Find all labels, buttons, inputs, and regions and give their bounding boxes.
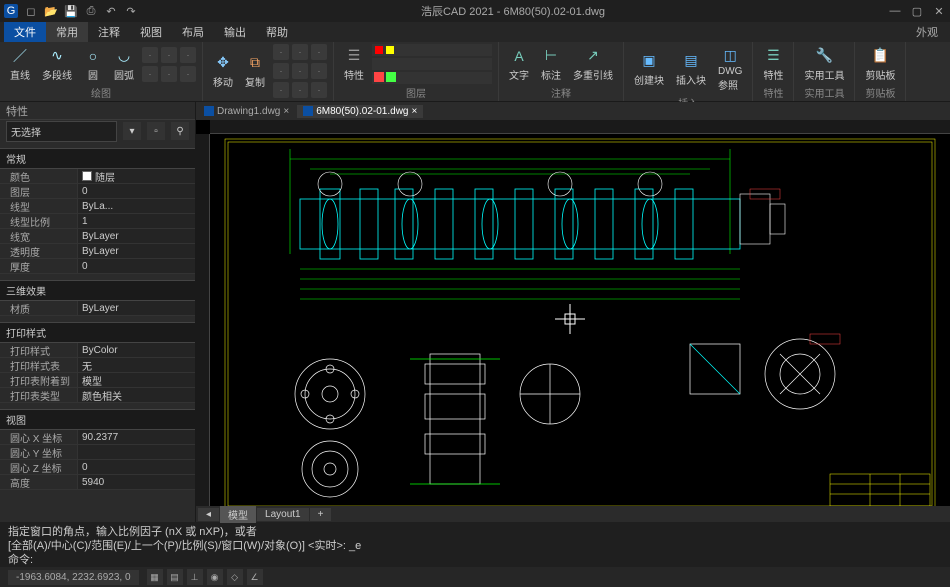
ortho-icon[interactable]: ⊥: [187, 569, 203, 585]
prop-row[interactable]: 打印样式表无: [0, 358, 195, 373]
appearance-label[interactable]: 外观: [916, 24, 946, 40]
ribbon-clipboard: 📋剪贴板 剪贴板: [855, 42, 906, 101]
menu-layout[interactable]: 布局: [172, 22, 214, 42]
section-view: 视图: [0, 409, 195, 430]
selection-dropdown[interactable]: 无选择: [6, 121, 117, 142]
prop-row[interactable]: 线型比例1: [0, 214, 195, 229]
circle-button[interactable]: ○圆: [80, 45, 106, 84]
dim-button[interactable]: ⊢标注: [537, 45, 565, 84]
ribbon-utils: 🔧实用工具 实用工具: [794, 42, 855, 101]
ribbon-properties: ☰特性 图层: [334, 42, 499, 101]
ribbon-modify: ✥移动 ⧉复制 ········· 修改: [203, 42, 334, 101]
prop-row[interactable]: 打印表附着到模型: [0, 373, 195, 388]
makeblock-button[interactable]: ▣创建块: [630, 50, 668, 89]
grid-icon[interactable]: ▤: [167, 569, 183, 585]
ribbon-insert: ▣创建块 ▤插入块 ◫DWG 参照 插入: [624, 42, 753, 101]
move-button[interactable]: ✥移动: [209, 52, 237, 91]
coordinates-display: -1963.6084, 2232.6923, 0: [8, 570, 139, 585]
minimize-icon[interactable]: —: [888, 5, 902, 18]
otrack-icon[interactable]: ∠: [247, 569, 263, 585]
prop-row[interactable]: 打印样式ByColor: [0, 343, 195, 358]
copy-button[interactable]: ⧉复制: [241, 52, 269, 91]
menu-help[interactable]: 帮助: [256, 22, 298, 42]
drawing-canvas[interactable]: [196, 120, 950, 506]
prop-row[interactable]: 高度5940: [0, 475, 195, 490]
open-icon[interactable]: 📂: [44, 4, 58, 18]
clipboard-button[interactable]: 📋剪贴板: [861, 45, 899, 84]
utils-button[interactable]: 🔧实用工具: [800, 45, 848, 84]
leader-button[interactable]: ↗多重引线: [569, 45, 617, 84]
menu-common[interactable]: 常用: [46, 22, 88, 42]
insertblock-button[interactable]: ▤插入块: [672, 50, 710, 89]
properties-panel: 特性 无选择 ▾ ▫ ⚲ 常规 颜色随层图层0线型ByLa...线型比例1线宽B…: [0, 102, 196, 522]
window-title: 浩辰CAD 2021 - 6M80(50).02-01.dwg: [138, 3, 888, 19]
undo-icon[interactable]: ↶: [104, 4, 118, 18]
snap-icon[interactable]: ▦: [147, 569, 163, 585]
prop-row[interactable]: 打印表类型颜色相关: [0, 388, 195, 403]
ruler-vertical: [196, 134, 210, 506]
tab-nav-icon[interactable]: ◂: [198, 508, 219, 521]
osnap-icon[interactable]: ◇: [227, 569, 243, 585]
ribbon-draw: ／直线 ∿多段线 ○圆 ◡圆弧 ······ 绘图: [0, 42, 203, 101]
save-icon[interactable]: 💾: [64, 4, 78, 18]
tab-add-icon[interactable]: +: [310, 508, 332, 521]
arc-button[interactable]: ◡圆弧: [110, 45, 138, 84]
layout-tab-model[interactable]: 模型: [220, 506, 256, 523]
menu-view[interactable]: 视图: [130, 22, 172, 42]
prop-row[interactable]: 透明度ByLayer: [0, 244, 195, 259]
command-line[interactable]: 指定窗口的角点，输入比例因子 (nX 或 nXP)，或者 [全部(A)/中心(C…: [0, 522, 950, 567]
prop-row[interactable]: 颜色随层: [0, 169, 195, 184]
prop-row[interactable]: 线型ByLa...: [0, 199, 195, 214]
prop-row[interactable]: 线宽ByLayer: [0, 229, 195, 244]
dwg-icon: [303, 106, 313, 116]
prop-row[interactable]: 圆心 Y 坐标: [0, 445, 195, 460]
file-menu[interactable]: 文件: [4, 22, 46, 42]
ribbon-annotation: A文字 ⊢标注 ↗多重引线 注释: [499, 42, 624, 101]
maximize-icon[interactable]: ▢: [910, 5, 924, 18]
section-general: 常规: [0, 148, 195, 169]
section-print: 打印样式: [0, 322, 195, 343]
layout-tabs: ◂ 模型 Layout1 +: [196, 506, 950, 522]
props-button[interactable]: ☰特性: [340, 45, 368, 84]
cad-drawing: [210, 134, 950, 506]
prop-row[interactable]: 厚度0: [0, 259, 195, 274]
polyline-button[interactable]: ∿多段线: [38, 45, 76, 84]
close-tab-icon[interactable]: ×: [283, 106, 289, 117]
select-icon[interactable]: ▫: [147, 122, 165, 140]
props-header: 特性: [0, 102, 195, 120]
dwg-icon: [204, 106, 214, 116]
props2-button[interactable]: ☰特性: [759, 45, 787, 84]
new-icon[interactable]: ◻: [24, 4, 38, 18]
prop-row[interactable]: 材质ByLayer: [0, 301, 195, 316]
close-icon[interactable]: ✕: [932, 5, 946, 18]
prop-row[interactable]: 圆心 Z 坐标0: [0, 460, 195, 475]
prop-row[interactable]: 图层0: [0, 184, 195, 199]
menu-annotate[interactable]: 注释: [88, 22, 130, 42]
polar-icon[interactable]: ◉: [207, 569, 223, 585]
text-button[interactable]: A文字: [505, 45, 533, 84]
quickselect-icon[interactable]: ⚲: [171, 122, 189, 140]
prop-row[interactable]: 圆心 X 坐标90.2377: [0, 430, 195, 445]
ribbon-props2: ☰特性 特性: [753, 42, 794, 101]
pickadd-icon[interactable]: ▾: [123, 122, 141, 140]
menu-output[interactable]: 输出: [214, 22, 256, 42]
redo-icon[interactable]: ↷: [124, 4, 138, 18]
section-effect: 三维效果: [0, 280, 195, 301]
close-tab-icon[interactable]: ×: [412, 106, 418, 117]
layout-tab-1[interactable]: Layout1: [257, 508, 309, 521]
doc-tab-2[interactable]: 6M80(50).02-01.dwg×: [297, 105, 423, 118]
dwgref-button[interactable]: ◫DWG 参照: [714, 44, 746, 94]
doc-tab-1[interactable]: Drawing1.dwg×: [198, 105, 295, 118]
line-button[interactable]: ／直线: [6, 45, 34, 84]
print-icon[interactable]: ⎙: [84, 4, 98, 18]
ruler-horizontal: [210, 120, 950, 134]
app-icon: G: [4, 4, 18, 18]
